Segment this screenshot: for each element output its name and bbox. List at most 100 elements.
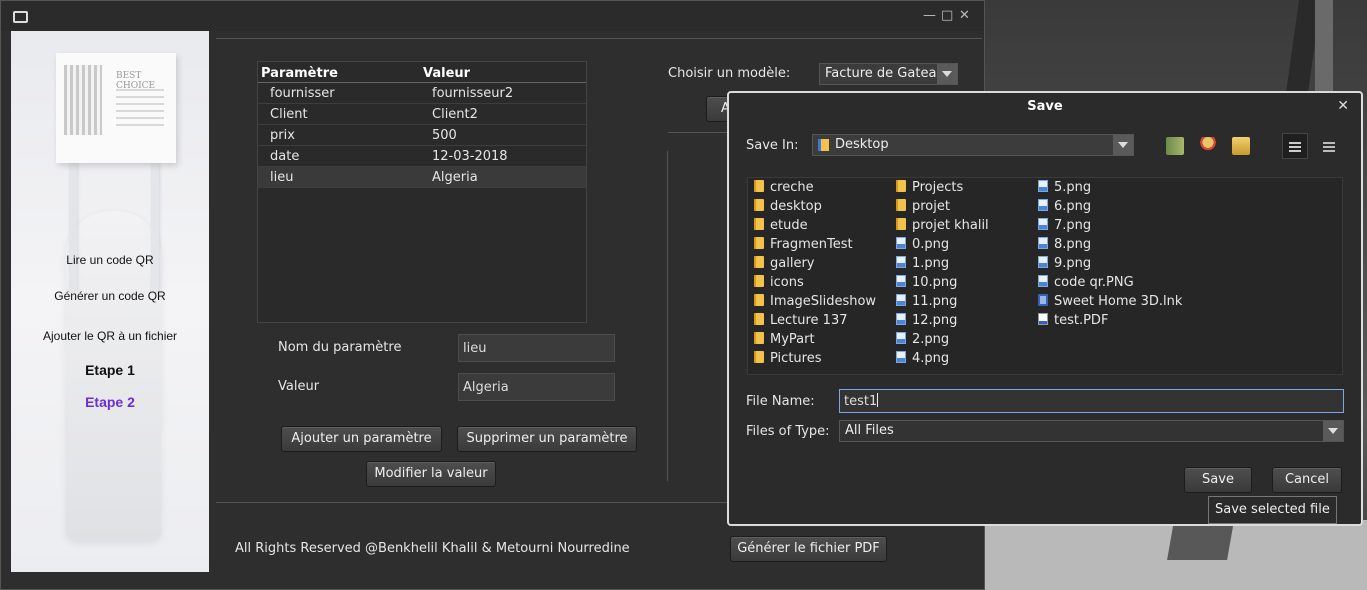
qr-card-illustration: BEST CHOICE — [56, 53, 176, 163]
table-row[interactable]: fournisser fournisseur2 — [258, 83, 586, 104]
cell-parameter: prix — [270, 128, 295, 143]
folder-icon — [754, 218, 764, 230]
title-bar[interactable]: — □ ✕ — [1, 1, 984, 31]
sidebar-item-step-1[interactable]: Etape 1 — [11, 362, 209, 378]
file-item[interactable]: FragmenTest — [754, 237, 853, 252]
maximize-button[interactable]: □ — [941, 8, 953, 23]
cancel-button[interactable]: Cancel — [1272, 467, 1342, 493]
table-row[interactable]: Client Client2 — [258, 104, 586, 125]
file-item[interactable]: ImageSlideshow — [754, 294, 876, 309]
file-item[interactable]: projet khalil — [896, 218, 989, 233]
image-file-icon — [896, 313, 906, 325]
file-name: 0.png — [912, 237, 950, 252]
file-item[interactable]: 1.png — [896, 256, 949, 271]
sidebar-item-read-qr[interactable]: Lire un code QR — [11, 253, 209, 267]
file-name: Projects — [912, 180, 964, 195]
save-in-select[interactable]: Desktop — [812, 134, 1134, 156]
file-item[interactable]: Lecture 137 — [754, 313, 848, 328]
file-item[interactable]: test.PDF — [1038, 313, 1108, 328]
table-row[interactable]: prix 500 — [258, 125, 586, 146]
file-name-value: test1 — [844, 394, 878, 409]
text-cursor — [877, 393, 879, 407]
file-item[interactable]: 10.png — [896, 275, 957, 290]
file-name: gallery — [770, 256, 815, 271]
image-file-icon — [896, 275, 906, 287]
folder-icon — [754, 294, 764, 306]
sidebar-item-generate-qr[interactable]: Générer un code QR — [11, 289, 209, 303]
folder-icon — [754, 237, 764, 249]
folder-icon — [754, 351, 764, 363]
file-item[interactable]: gallery — [754, 256, 814, 271]
file-item[interactable]: 4.png — [896, 351, 949, 366]
image-file-icon — [896, 256, 906, 268]
cell-value: 500 — [432, 128, 457, 143]
image-file-icon — [896, 237, 906, 249]
file-item[interactable]: 2.png — [896, 332, 949, 347]
file-item[interactable]: 9.png — [1038, 256, 1091, 271]
home-icon[interactable] — [1199, 137, 1217, 155]
file-item[interactable]: code qr.PNG — [1038, 275, 1134, 290]
delete-parameter-button[interactable]: Supprimer un paramètre — [457, 426, 637, 452]
cell-value: Algeria — [432, 170, 478, 185]
modify-value-button[interactable]: Modifier la valeur — [366, 461, 496, 487]
file-item[interactable]: 11.png — [896, 294, 957, 309]
save-button[interactable]: Save — [1184, 467, 1252, 493]
folder-icon — [754, 180, 764, 192]
column-header-parameter[interactable]: Paramètre — [261, 66, 338, 81]
cell-value: fournisseur2 — [432, 86, 514, 101]
file-type-select[interactable]: All Files — [839, 420, 1344, 442]
file-name: 10.png — [912, 275, 958, 290]
cell-value: Client2 — [432, 107, 478, 122]
cell-parameter: fournisser — [270, 86, 335, 101]
sidebar-item-add-qr-to-file[interactable]: Ajouter le QR à un fichier — [11, 329, 209, 343]
close-button[interactable]: ✕ — [959, 8, 970, 23]
file-name-input[interactable]: test1 — [839, 389, 1344, 413]
generate-pdf-button[interactable]: Générer le fichier PDF — [730, 536, 887, 562]
file-item[interactable]: MyPart — [754, 332, 815, 347]
file-list[interactable]: creche desktop etude FragmenTest gallery… — [747, 177, 1343, 375]
column-header-value[interactable]: Valeur — [423, 66, 470, 81]
chevron-down-icon — [1323, 421, 1343, 441]
file-name: icons — [770, 275, 804, 290]
folder-icon — [754, 332, 764, 344]
new-folder-icon[interactable] — [1232, 137, 1250, 155]
file-item[interactable]: 8.png — [1038, 237, 1091, 252]
file-type-value: All Files — [845, 423, 894, 438]
file-item[interactable]: 5.png — [1038, 180, 1091, 195]
cell-parameter: Client — [270, 107, 308, 122]
image-file-icon — [1038, 256, 1048, 268]
file-item[interactable]: 7.png — [1038, 218, 1091, 233]
image-file-icon — [1038, 275, 1048, 287]
param-name-input[interactable]: lieu — [458, 334, 615, 362]
model-select[interactable]: Facture de Gateau — [819, 63, 958, 85]
file-name: projet khalil — [912, 218, 989, 233]
file-name: 12.png — [912, 313, 958, 328]
file-item[interactable]: creche — [754, 180, 814, 195]
card-caption: BEST CHOICE — [116, 71, 156, 91]
minimize-button[interactable]: — — [923, 8, 936, 23]
file-name: 7.png — [1054, 218, 1092, 233]
file-name: 2.png — [912, 332, 950, 347]
file-item[interactable]: 6.png — [1038, 199, 1091, 214]
table-row-selected[interactable]: lieu Algeria — [258, 167, 586, 188]
file-item[interactable]: desktop — [754, 199, 822, 214]
file-item[interactable]: Sweet Home 3D.lnk — [1038, 294, 1182, 309]
up-folder-icon[interactable] — [1166, 137, 1184, 155]
file-item[interactable]: projet — [896, 199, 950, 214]
add-parameter-button[interactable]: Ajouter un paramètre — [281, 426, 442, 452]
file-item[interactable]: Pictures — [754, 351, 821, 366]
model-select-value: Facture de Gateau — [825, 66, 945, 81]
details-view-icon[interactable] — [1323, 140, 1335, 152]
sidebar-item-step-2[interactable]: Etape 2 — [11, 394, 209, 410]
image-file-icon — [1038, 218, 1048, 230]
file-item[interactable]: 12.png — [896, 313, 957, 328]
file-item[interactable]: 0.png — [896, 237, 949, 252]
table-row[interactable]: date 12-03-2018 — [258, 146, 586, 167]
card-lines — [116, 89, 164, 129]
dialog-close-button[interactable]: ✕ — [1337, 98, 1349, 114]
file-item[interactable]: icons — [754, 275, 804, 290]
file-item[interactable]: etude — [754, 218, 808, 233]
file-item[interactable]: Projects — [896, 180, 963, 195]
list-view-icon[interactable] — [1282, 133, 1308, 159]
value-input[interactable]: Algeria — [458, 373, 615, 401]
